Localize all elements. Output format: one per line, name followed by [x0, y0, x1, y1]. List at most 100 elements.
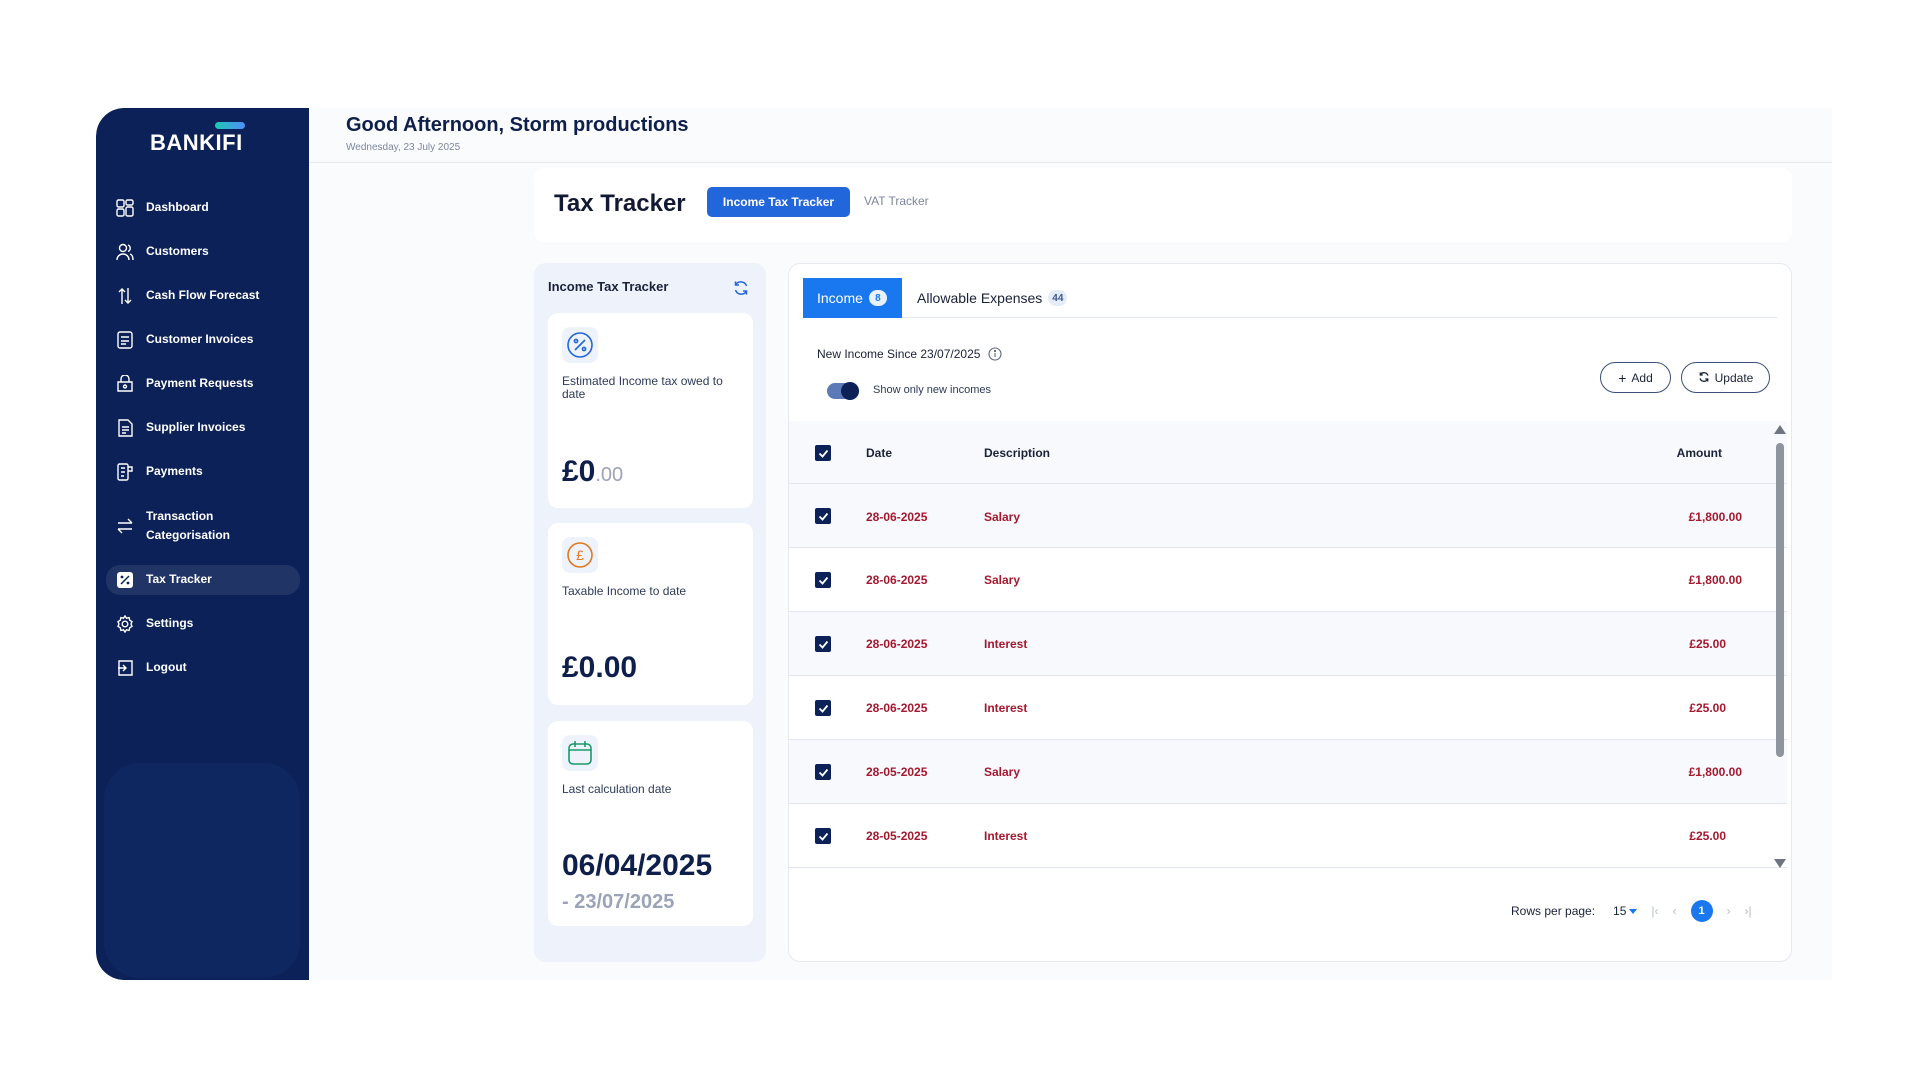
- stat-value-whole: £0: [562, 455, 596, 488]
- table-row[interactable]: 28-06-2025 Interest £25.00: [789, 676, 1787, 740]
- table-row[interactable]: 28-06-2025 Salary £1,800.00: [789, 548, 1787, 612]
- sidebar-item-customers[interactable]: Customers: [106, 230, 300, 274]
- sidebar-item-label: Customer Invoices: [146, 332, 254, 347]
- transfer-icon: [114, 515, 136, 537]
- sidebar-item-label: Payment Requests: [146, 376, 254, 391]
- stat-value-tax-owed: £0.00: [562, 455, 623, 489]
- update-button[interactable]: Update: [1681, 362, 1770, 393]
- payment-request-icon: [114, 373, 136, 395]
- row-date: 28-06-2025: [866, 701, 928, 715]
- current-date: Wednesday, 23 July 2025: [346, 142, 461, 153]
- row-checkbox[interactable]: [815, 636, 831, 652]
- tab-income[interactable]: Income 8: [803, 278, 902, 318]
- rows-per-page-label: Rows per page:: [1511, 904, 1596, 918]
- table-header: Date Description Amount: [789, 421, 1787, 484]
- row-checkbox[interactable]: [815, 572, 831, 588]
- table-scrollbar[interactable]: [1774, 421, 1786, 868]
- sidebar-item-cash-flow-forecast[interactable]: Cash Flow Forecast: [106, 274, 300, 318]
- dashboard-icon: [114, 197, 136, 219]
- sidebar-item-tax-tracker[interactable]: Tax Tracker: [106, 565, 300, 595]
- row-amount: £25.00: [1689, 829, 1726, 843]
- percent-icon: [562, 327, 598, 363]
- sidebar-item-transaction-categorisation[interactable]: Transaction Categorisation: [106, 494, 300, 558]
- add-income-button[interactable]: + Add: [1600, 362, 1671, 393]
- tab-label: Income: [817, 290, 863, 306]
- tab-label: Allowable Expenses: [917, 290, 1043, 306]
- add-button-label: Add: [1631, 370, 1653, 385]
- sidebar-item-payment-requests[interactable]: Payment Requests: [106, 362, 300, 406]
- stat-label: Estimated Income tax owed to date: [562, 374, 723, 401]
- row-checkbox[interactable]: [815, 508, 831, 524]
- income-tabs: Income 8 Allowable Expenses 44: [803, 278, 1777, 318]
- row-amount: £1,800.00: [1688, 573, 1742, 587]
- prev-page-icon[interactable]: ‹: [1673, 904, 1677, 918]
- scroll-up-arrow-icon[interactable]: [1774, 425, 1786, 434]
- new-income-heading: New Income Since 23/07/2025: [817, 347, 1002, 361]
- sidebar-item-label: Logout: [146, 660, 187, 675]
- stat-value-calc-from: 06/04/2025: [562, 849, 713, 882]
- logout-icon: [114, 657, 136, 679]
- tab-income-tax-tracker[interactable]: Income Tax Tracker: [707, 187, 850, 217]
- column-header-description[interactable]: Description: [984, 446, 1050, 460]
- page-title: Tax Tracker: [554, 190, 686, 217]
- rows-per-page-select[interactable]: 15: [1613, 904, 1626, 918]
- next-page-icon[interactable]: ›: [1727, 904, 1731, 918]
- row-description: Salary: [984, 573, 1021, 587]
- sidebar-item-customer-invoices[interactable]: Customer Invoices: [106, 318, 300, 362]
- row-checkbox[interactable]: [815, 828, 831, 844]
- sidebar-item-payments[interactable]: Payments: [106, 450, 300, 494]
- tab-vat-tracker[interactable]: VAT Tracker: [864, 194, 929, 208]
- page-greeting: Good Afternoon, Storm productions: [346, 114, 689, 136]
- first-page-icon[interactable]: |‹: [1651, 904, 1658, 918]
- sidebar-item-label: Transaction Categorisation: [146, 508, 231, 542]
- app-window: BANKIFI Dashboard Customers Cash Flow Fo…: [96, 108, 1832, 980]
- stat-label: Last calculation date: [562, 782, 672, 796]
- stats-title: Income Tax Tracker: [548, 279, 669, 294]
- refresh-icon[interactable]: [732, 279, 750, 297]
- row-amount: £1,800.00: [1688, 510, 1742, 524]
- stat-value-calc-to: - 23/07/2025: [562, 891, 675, 913]
- row-date: 28-06-2025: [866, 573, 928, 587]
- logo-accent: [215, 122, 245, 129]
- scrollbar-thumb[interactable]: [1776, 443, 1784, 757]
- scroll-down-arrow-icon[interactable]: [1774, 859, 1786, 868]
- sidebar-item-supplier-invoices[interactable]: Supplier Invoices: [106, 406, 300, 450]
- stat-value-decimal: .00: [595, 464, 624, 486]
- table-row[interactable]: 28-06-2025 Salary £1,800.00: [789, 484, 1787, 548]
- row-description: Interest: [984, 701, 1028, 715]
- column-header-date[interactable]: Date: [866, 446, 892, 460]
- stat-label: Taxable Income to date: [562, 584, 687, 598]
- tab-allowable-expenses[interactable]: Allowable Expenses 44: [917, 278, 1068, 318]
- plus-icon: +: [1618, 369, 1627, 386]
- sidebar-item-label: Tax Tracker: [146, 572, 212, 587]
- income-tax-stats-panel: Income Tax Tracker Estimated Income tax …: [534, 263, 766, 962]
- sync-icon: [1698, 370, 1710, 386]
- page-number-current[interactable]: 1: [1690, 900, 1713, 922]
- sidebar-item-logout[interactable]: Logout: [106, 646, 300, 690]
- chevron-down-icon[interactable]: [1629, 908, 1638, 914]
- sidebar-item-label: Payments: [146, 464, 203, 479]
- row-checkbox[interactable]: [815, 764, 831, 780]
- table-row[interactable]: 28-06-2025 Interest £25.00: [789, 612, 1787, 676]
- row-checkbox[interactable]: [815, 700, 831, 716]
- customers-icon: [114, 241, 136, 263]
- select-all-checkbox[interactable]: [815, 445, 831, 461]
- row-date: 28-05-2025: [866, 829, 928, 843]
- last-page-icon[interactable]: ›|: [1745, 904, 1752, 918]
- invoice-icon: [114, 329, 136, 351]
- table-row[interactable]: 28-05-2025 Salary £1,800.00: [789, 740, 1787, 804]
- column-header-amount[interactable]: Amount: [1632, 446, 1722, 460]
- table-row[interactable]: 28-05-2025 Interest £25.00: [789, 804, 1787, 868]
- sidebar-item-settings[interactable]: Settings: [106, 602, 300, 646]
- brand-logo: BANKIFI: [150, 130, 243, 155]
- income-table-panel: Income 8 Allowable Expenses 44 New Incom…: [788, 263, 1792, 962]
- svg-text:£: £: [576, 547, 584, 563]
- show-new-incomes-toggle[interactable]: [827, 382, 859, 400]
- info-icon[interactable]: [988, 347, 1002, 361]
- sidebar-item-label: Settings: [146, 616, 194, 631]
- sidebar-item-label: Cash Flow Forecast: [146, 288, 260, 303]
- sidebar-item-dashboard[interactable]: Dashboard: [106, 186, 300, 230]
- new-income-label: New Income Since 23/07/2025: [817, 347, 981, 361]
- count-badge: 44: [1048, 290, 1068, 306]
- row-date: 28-06-2025: [866, 510, 928, 524]
